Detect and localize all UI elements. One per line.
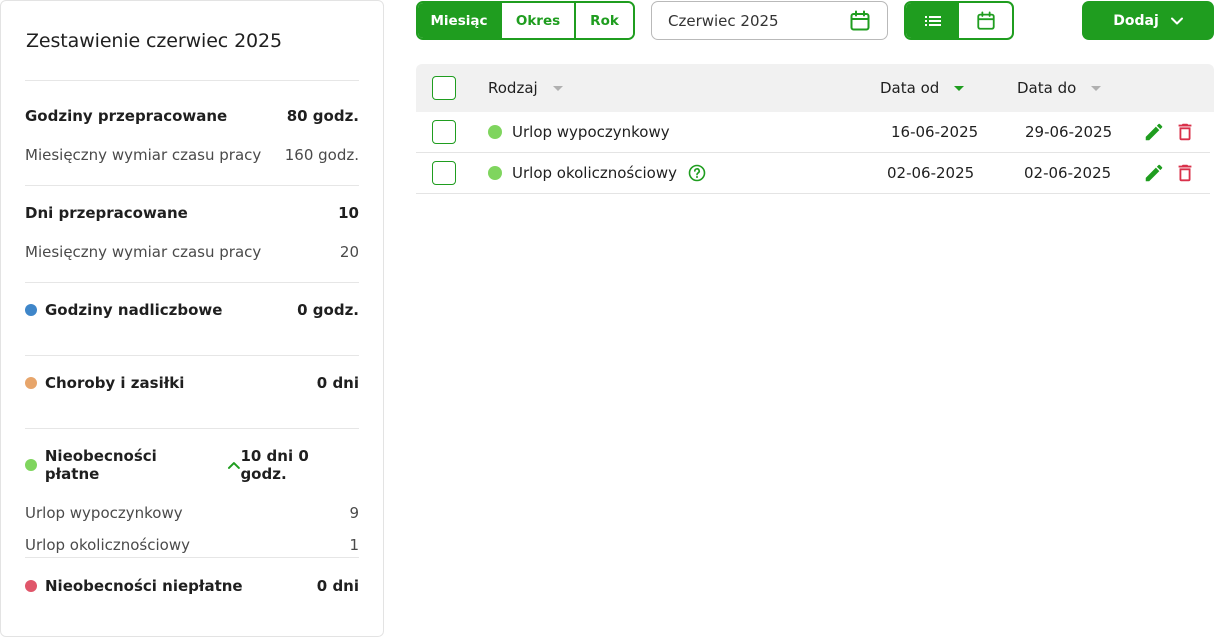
- row-checkbox[interactable]: [432, 120, 456, 144]
- status-dot: [488, 166, 502, 180]
- chevron-down-icon: [1170, 17, 1183, 24]
- trash-icon[interactable]: [1174, 121, 1196, 143]
- row-date-from: 02-06-2025: [887, 164, 975, 182]
- paid-absence-item-value: 9: [349, 504, 359, 522]
- list-view-button[interactable]: [906, 3, 959, 38]
- month-picker[interactable]: Czerwiec 2025: [651, 1, 888, 40]
- hours-worked-value: 80 godz.: [286, 107, 359, 125]
- sickness-row: Choroby i zasiłki 0 dni: [25, 374, 359, 392]
- days-norm-row: Miesięczny wymiar czasu pracy 20: [25, 243, 359, 261]
- row-date-to: 29-06-2025: [1025, 123, 1113, 141]
- days-section: Dni przepracowane 10 Miesięczny wymiar c…: [25, 186, 359, 283]
- period-month-button[interactable]: Miesiąc: [418, 3, 500, 38]
- sickness-dot: [25, 377, 37, 389]
- unpaid-absence-dot: [25, 580, 37, 592]
- hours-norm-label: Miesięczny wymiar czasu pracy: [25, 146, 262, 164]
- overtime-row: Godziny nadliczbowe 0 godz.: [25, 301, 359, 319]
- sort-icon: [954, 85, 965, 91]
- paid-absence-dot: [25, 459, 37, 471]
- chevron-up-icon[interactable]: [227, 458, 241, 472]
- unpaid-absence-value: 0 dni: [316, 577, 359, 595]
- summary-title: Zestawienie czerwiec 2025: [25, 1, 359, 81]
- table-header: Rodzaj Data od Data do: [416, 64, 1214, 112]
- row-type: Urlop okolicznościowy: [512, 164, 677, 182]
- status-dot: [488, 125, 502, 139]
- days-worked-value: 10: [338, 204, 359, 222]
- overtime-dot: [25, 304, 37, 316]
- hours-norm-value: 160 godz.: [284, 146, 359, 164]
- unpaid-absence-section: Nieobecności niepłatne 0 dni: [25, 558, 359, 595]
- column-date-to-header[interactable]: Data do: [1017, 64, 1102, 112]
- days-worked-label: Dni przepracowane: [25, 204, 188, 222]
- overtime-section: Godziny nadliczbowe 0 godz.: [25, 283, 359, 356]
- period-range-button[interactable]: Okres: [500, 3, 574, 38]
- paid-absence-item-label: Urlop okolicznościowy: [25, 536, 190, 554]
- period-year-button[interactable]: Rok: [574, 3, 633, 38]
- overtime-label: Godziny nadliczbowe: [45, 301, 223, 319]
- column-date-from-label: Data od: [880, 79, 940, 97]
- row-date-from: 16-06-2025: [891, 123, 979, 141]
- select-all-checkbox[interactable]: [432, 76, 456, 100]
- paid-absence-item-label: Urlop wypoczynkowy: [25, 504, 183, 522]
- sickness-label: Choroby i zasiłki: [45, 374, 185, 392]
- unpaid-absence-row: Nieobecności niepłatne 0 dni: [25, 577, 359, 595]
- paid-absence-section: Nieobecności płatne 10 dni 0 godz. Urlop…: [25, 429, 359, 558]
- month-picker-value: Czerwiec 2025: [668, 11, 779, 30]
- calendar-icon[interactable]: [849, 10, 871, 32]
- sickness-value: 0 dni: [316, 374, 359, 392]
- days-worked-row: Dni przepracowane 10: [25, 204, 359, 222]
- calendar-view-button[interactable]: [959, 3, 1012, 38]
- column-type-label: Rodzaj: [488, 79, 538, 97]
- hours-worked-label: Godziny przepracowane: [25, 107, 228, 125]
- days-norm-value: 20: [339, 243, 359, 261]
- hours-norm-row: Miesięczny wymiar czasu pracy 160 godz.: [25, 146, 359, 164]
- pencil-icon[interactable]: [1143, 162, 1165, 184]
- calendar-icon: [976, 10, 995, 30]
- pencil-icon[interactable]: [1143, 121, 1165, 143]
- sort-icon: [552, 85, 563, 91]
- view-toggle: [904, 1, 1014, 40]
- summary-panel: Zestawienie czerwiec 2025 Godziny przepr…: [0, 0, 384, 637]
- sickness-section: Choroby i zasiłki 0 dni: [25, 356, 359, 429]
- hours-section: Godziny przepracowane 80 godz. Miesięczn…: [25, 81, 359, 186]
- list-icon: [924, 15, 941, 26]
- hours-worked-row: Godziny przepracowane 80 godz.: [25, 107, 359, 125]
- period-selector: Miesiąc Okres Rok: [416, 1, 635, 40]
- paid-absence-item: Urlop wypoczynkowy 9: [25, 504, 359, 522]
- days-norm-label: Miesięczny wymiar czasu pracy: [25, 243, 262, 261]
- paid-absence-label: Nieobecności płatne: [44, 447, 157, 483]
- table-row[interactable]: Urlop wypoczynkowy 16-06-2025 29-06-2025: [416, 112, 1210, 153]
- unpaid-absence-label: Nieobecności niepłatne: [45, 577, 243, 595]
- row-checkbox[interactable]: [432, 161, 456, 185]
- trash-icon[interactable]: [1174, 162, 1196, 184]
- column-type-header[interactable]: Rodzaj: [488, 64, 563, 112]
- row-type: Urlop wypoczynkowy: [512, 123, 670, 141]
- add-button-label: Dodaj: [1113, 12, 1159, 29]
- add-button[interactable]: Dodaj: [1082, 1, 1214, 40]
- paid-absence-value: 10 dni 0 godz.: [240, 447, 309, 483]
- paid-absence-row[interactable]: Nieobecności płatne 10 dni 0 godz.: [25, 447, 359, 483]
- help-circle-icon[interactable]: [688, 164, 706, 182]
- paid-absence-item-value: 1: [349, 536, 359, 554]
- table-row[interactable]: Urlop okolicznościowy 02-06-2025 02-06-2…: [416, 153, 1210, 194]
- sort-icon: [1091, 85, 1102, 91]
- column-date-from-header[interactable]: Data od: [880, 64, 965, 112]
- row-date-to: 02-06-2025: [1024, 164, 1112, 182]
- paid-absence-item: Urlop okolicznościowy 1: [25, 536, 359, 554]
- column-date-to-label: Data do: [1017, 79, 1077, 97]
- overtime-value: 0 godz.: [297, 301, 359, 319]
